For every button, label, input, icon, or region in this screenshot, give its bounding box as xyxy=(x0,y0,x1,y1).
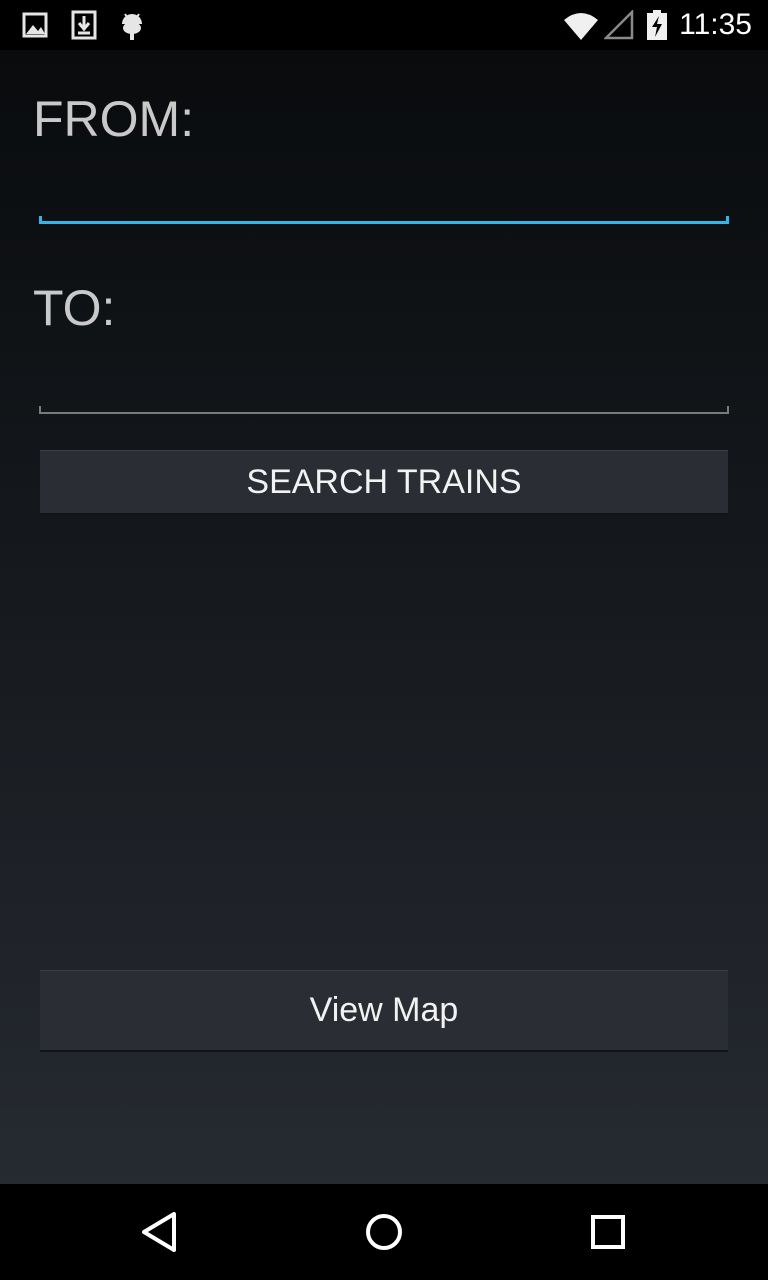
view-map-label: View Map xyxy=(309,991,459,1029)
to-input-underline xyxy=(39,406,729,414)
cellular-signal-icon xyxy=(604,10,634,40)
home-icon[interactable] xyxy=(360,1208,408,1256)
status-bar: 11:35 xyxy=(0,0,768,50)
search-trains-button[interactable]: SEARCH TRAINS xyxy=(40,450,728,515)
to-input[interactable] xyxy=(39,362,729,412)
search-trains-label: SEARCH TRAINS xyxy=(246,462,522,501)
recents-icon[interactable] xyxy=(584,1208,632,1256)
back-icon[interactable] xyxy=(136,1208,184,1256)
status-time: 11:35 xyxy=(679,8,752,41)
android-debug-icon xyxy=(122,13,142,40)
view-map-button[interactable]: View Map xyxy=(40,970,728,1052)
image-icon xyxy=(22,12,48,38)
battery-charging-icon xyxy=(647,10,667,40)
wifi-icon xyxy=(564,13,598,40)
from-input-underline xyxy=(39,216,729,224)
from-label: FROM: xyxy=(33,91,195,147)
download-icon xyxy=(71,10,97,40)
app-content: FROM: TO: SEARCH TRAINS View Map xyxy=(0,50,768,1184)
to-label: TO: xyxy=(33,280,116,336)
navigation-bar xyxy=(0,1184,768,1280)
